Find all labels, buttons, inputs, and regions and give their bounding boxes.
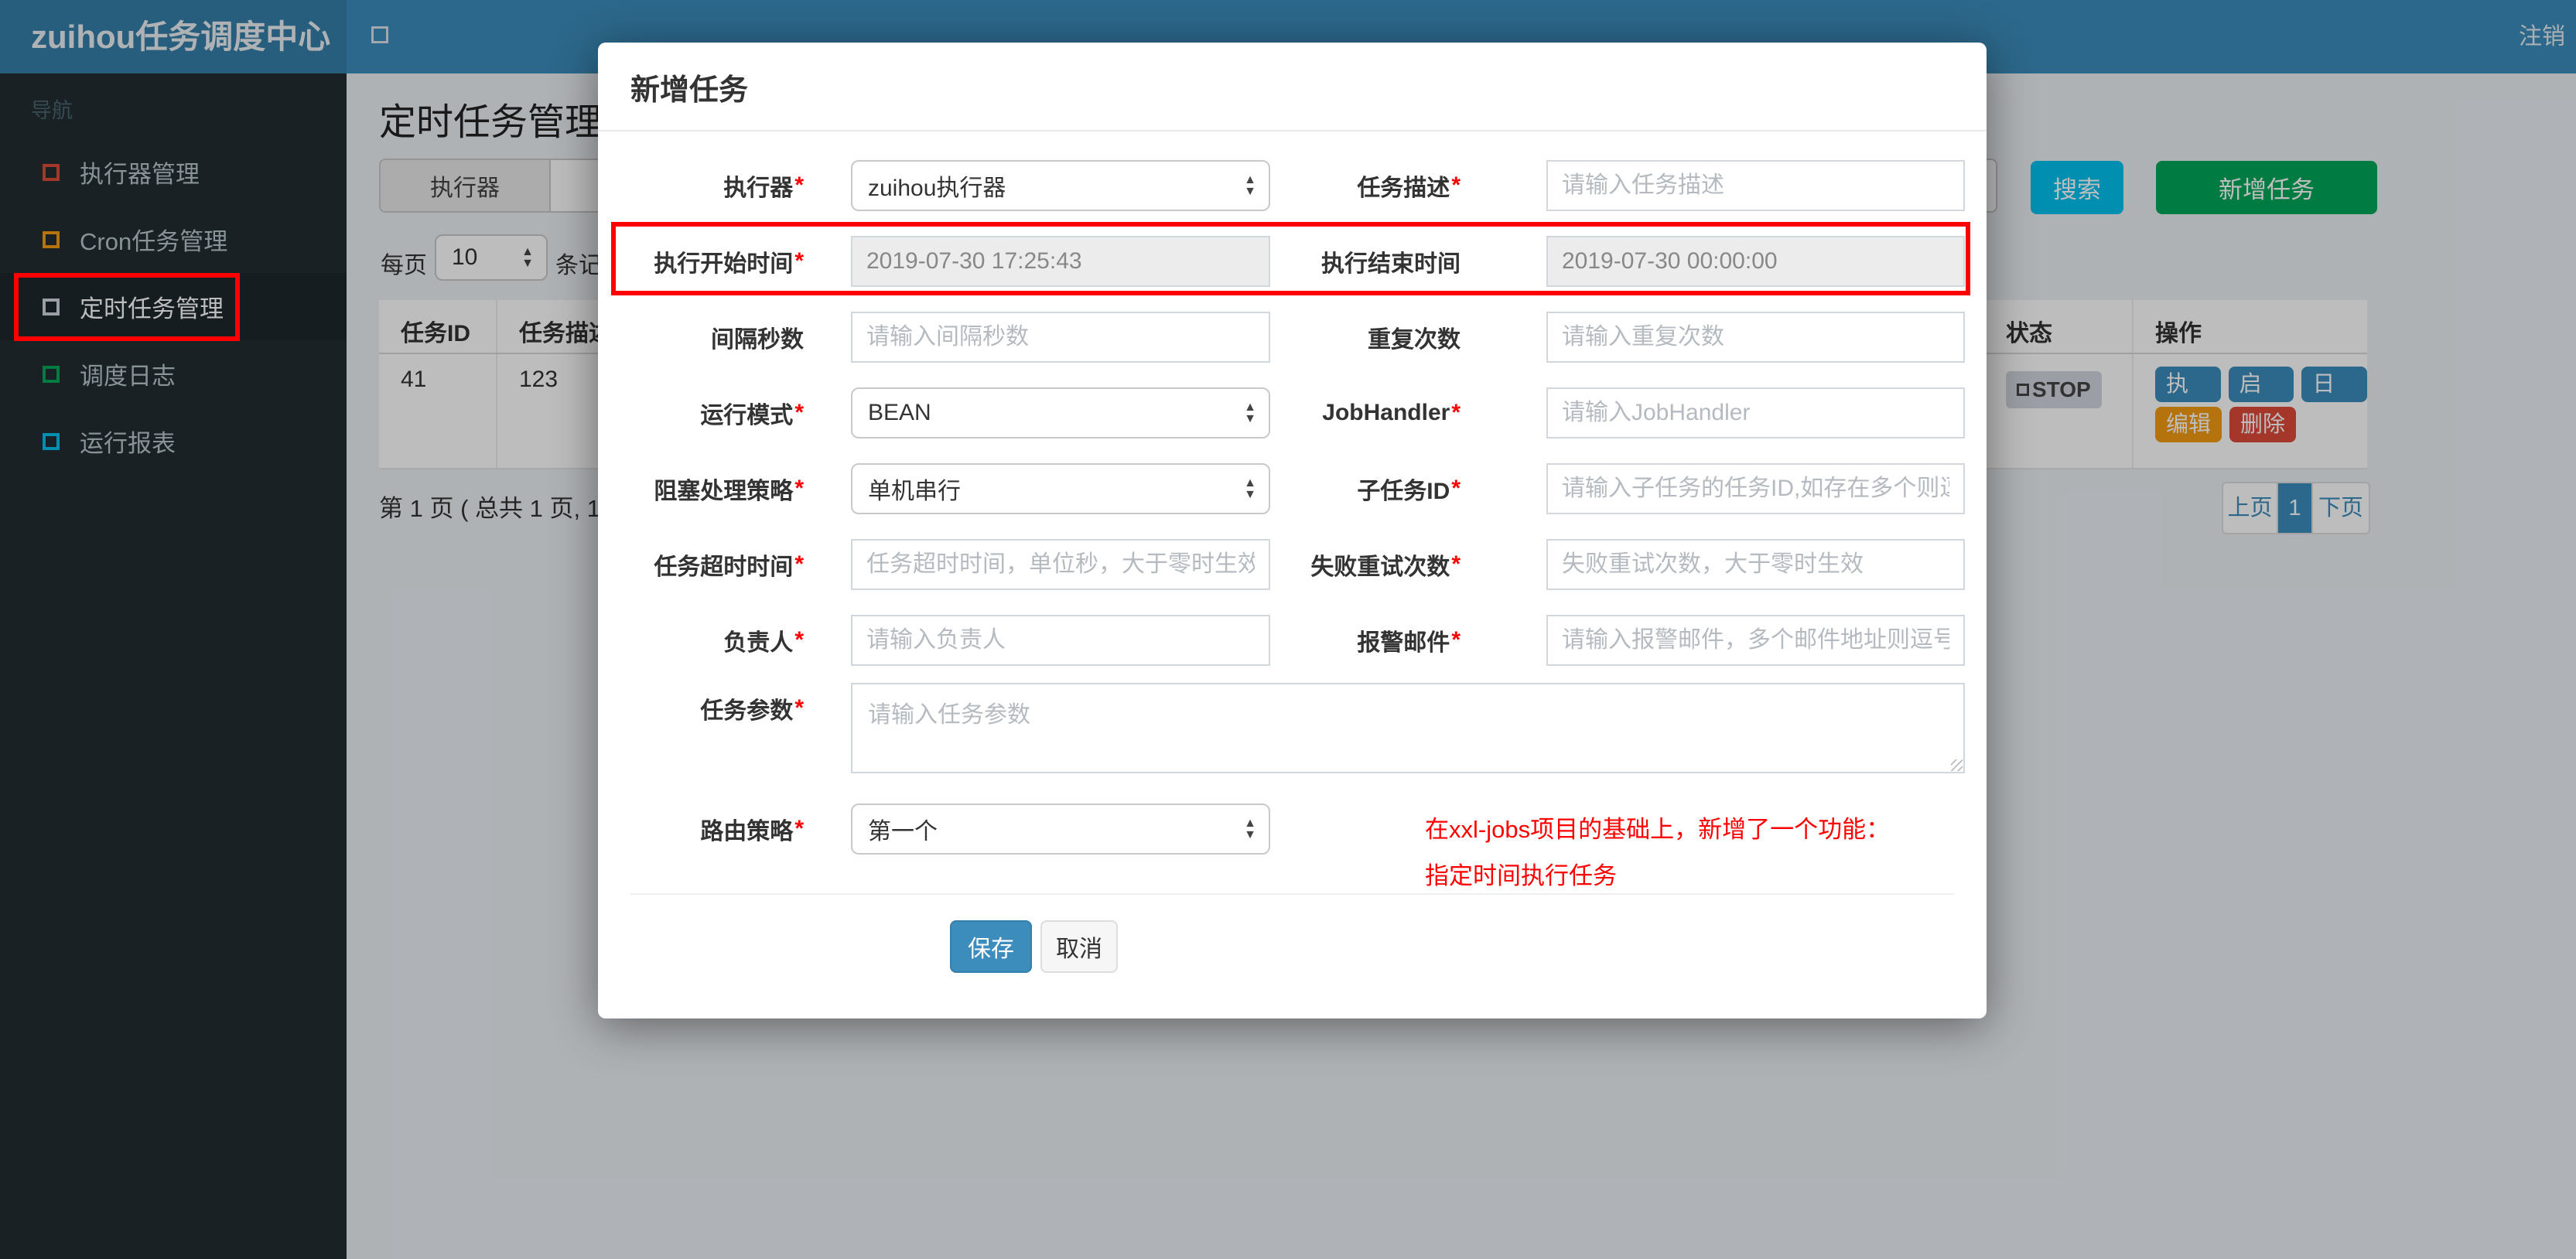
- feature-note: 在xxl-jobs项目的基础上，新增了一个功能： 指定时间执行任务: [1425, 807, 1982, 899]
- executor-value: zuihou执行器: [868, 176, 1006, 201]
- form-row: 负责人* 报警邮件*: [598, 615, 1987, 666]
- resize-grip-icon[interactable]: [1951, 759, 1963, 771]
- form-row: 阻塞处理策略 * 单机串行 ▲ ▼ 子任务ID *: [598, 463, 1987, 514]
- required-asterisk: *: [794, 400, 804, 425]
- select-arrows-icon: ▲ ▼: [1244, 476, 1256, 501]
- route-strategy-select[interactable]: 第一个 ▲ ▼: [851, 804, 1270, 855]
- required-asterisk: *: [1451, 400, 1461, 425]
- job-desc-input[interactable]: [1546, 160, 1965, 211]
- field-label-route-strategy: 路由策略 *: [700, 816, 804, 844]
- field-control: zuihou执行器 ▲ ▼: [851, 160, 1270, 211]
- modal-title: 新增任务: [630, 74, 749, 107]
- field-label-job-timeout: 任务超时时间 *: [654, 551, 804, 580]
- field-label-alarm-email: 报警邮件 *: [1357, 627, 1461, 656]
- form-row: 执行开始时间* 执行结束时间: [598, 236, 1987, 287]
- field-label-owner: 负责人 *: [723, 627, 804, 656]
- required-asterisk: *: [794, 695, 804, 721]
- select-arrows-icon: ▲ ▼: [1244, 173, 1256, 198]
- field-control: [1546, 236, 1965, 287]
- field-label-job-handler: JobHandler *: [1322, 400, 1461, 425]
- modal-header-divider: [598, 130, 1987, 131]
- form-row: 运行模式 * BEAN ▲ ▼ JobHandler *: [598, 387, 1987, 438]
- run-mode-select[interactable]: BEAN ▲ ▼: [851, 387, 1270, 438]
- save-button[interactable]: 保存: [950, 920, 1032, 973]
- required-asterisk: *: [794, 172, 804, 198]
- required-asterisk: *: [1451, 551, 1461, 577]
- select-arrows-icon: ▲ ▼: [1244, 817, 1256, 841]
- field-control: [851, 615, 1270, 666]
- field-control: [851, 539, 1270, 590]
- alarm-email-input[interactable]: [1546, 615, 1965, 666]
- field-label-fail-retry-count: 失败重试次数 *: [1310, 551, 1461, 580]
- field-control: [851, 236, 1270, 287]
- field-control: [1546, 615, 1965, 666]
- start-time-input[interactable]: [851, 236, 1270, 287]
- field-control: [1546, 539, 1965, 590]
- field-control: [851, 312, 1270, 363]
- job-handler-input[interactable]: [1546, 387, 1965, 438]
- form-row: 执行器 * zuihou执行器 ▲ ▼ 任务描述 *: [598, 160, 1987, 211]
- feature-note-line-2: 指定时间执行任务: [1425, 862, 1617, 889]
- required-asterisk: *: [794, 816, 804, 841]
- block-strategy-select[interactable]: 单机串行 ▲ ▼: [851, 463, 1270, 514]
- field-label-job-desc: 任务描述 *: [1357, 172, 1461, 201]
- required-asterisk: *: [794, 248, 804, 274]
- required-asterisk: *: [794, 476, 804, 501]
- end-time-input[interactable]: [1546, 236, 1965, 287]
- field-label-run-mode: 运行模式 *: [700, 400, 804, 428]
- field-control: [1546, 387, 1965, 438]
- route-strategy-value: 第一个: [868, 819, 938, 844]
- field-control: BEAN ▲ ▼: [851, 387, 1270, 438]
- field-control: [1546, 463, 1965, 514]
- block-strategy-value: 单机串行: [868, 479, 961, 504]
- required-asterisk: *: [1451, 627, 1461, 653]
- field-control: [1546, 160, 1965, 211]
- field-label-interval-seconds: 间隔秒数: [711, 327, 804, 353]
- field-label-job-param: 任务参数 *: [700, 695, 804, 724]
- job-param-textarea[interactable]: [851, 683, 1965, 773]
- required-asterisk: *: [1451, 172, 1461, 198]
- select-arrows-icon: ▲ ▼: [1244, 401, 1256, 425]
- field-control: [1546, 312, 1965, 363]
- interval-seconds-input[interactable]: [851, 312, 1270, 363]
- job-timeout-input[interactable]: [851, 539, 1270, 590]
- required-asterisk: *: [1451, 476, 1461, 501]
- fail-retry-count-input[interactable]: [1546, 539, 1965, 590]
- field-label-executor: 执行器 *: [723, 172, 804, 201]
- field-label-child-job-id: 子任务ID *: [1357, 476, 1461, 504]
- executor-select[interactable]: zuihou执行器 ▲ ▼: [851, 160, 1270, 211]
- required-asterisk: *: [794, 627, 804, 653]
- field-label-repeat-count: 重复次数: [1368, 327, 1461, 353]
- form-row: 间隔秒数 重复次数: [598, 312, 1987, 363]
- form-row: 任务超时时间* 失败重试次数*: [598, 539, 1987, 590]
- field-control: 单机串行 ▲ ▼: [851, 463, 1270, 514]
- owner-input[interactable]: [851, 615, 1270, 666]
- app-root: zuihou任务调度中心 注销 导航 执行器管理 Cron任务管理 定时任务管理 调度…: [0, 0, 2576, 1259]
- child-job-id-input[interactable]: [1546, 463, 1965, 514]
- add-job-modal: 新增任务 执行器* zuihou执行器 ▲▼ 任务描述* 执行开始时间* 执行结束时间间隔…: [598, 43, 1987, 1018]
- required-asterisk: *: [794, 551, 804, 577]
- field-label-end-time: 执行结束时间: [1321, 251, 1461, 277]
- field-label-start-time: 执行开始时间 *: [654, 248, 804, 277]
- repeat-count-input[interactable]: [1546, 312, 1965, 363]
- feature-note-line-1: 在xxl-jobs项目的基础上，新增了一个功能：: [1425, 816, 1891, 843]
- field-label-block-strategy: 阻塞处理策略 *: [654, 476, 804, 504]
- modal-footer-divider: [630, 893, 1954, 895]
- run-mode-value: BEAN: [868, 400, 931, 425]
- cancel-button[interactable]: 取消: [1040, 920, 1118, 973]
